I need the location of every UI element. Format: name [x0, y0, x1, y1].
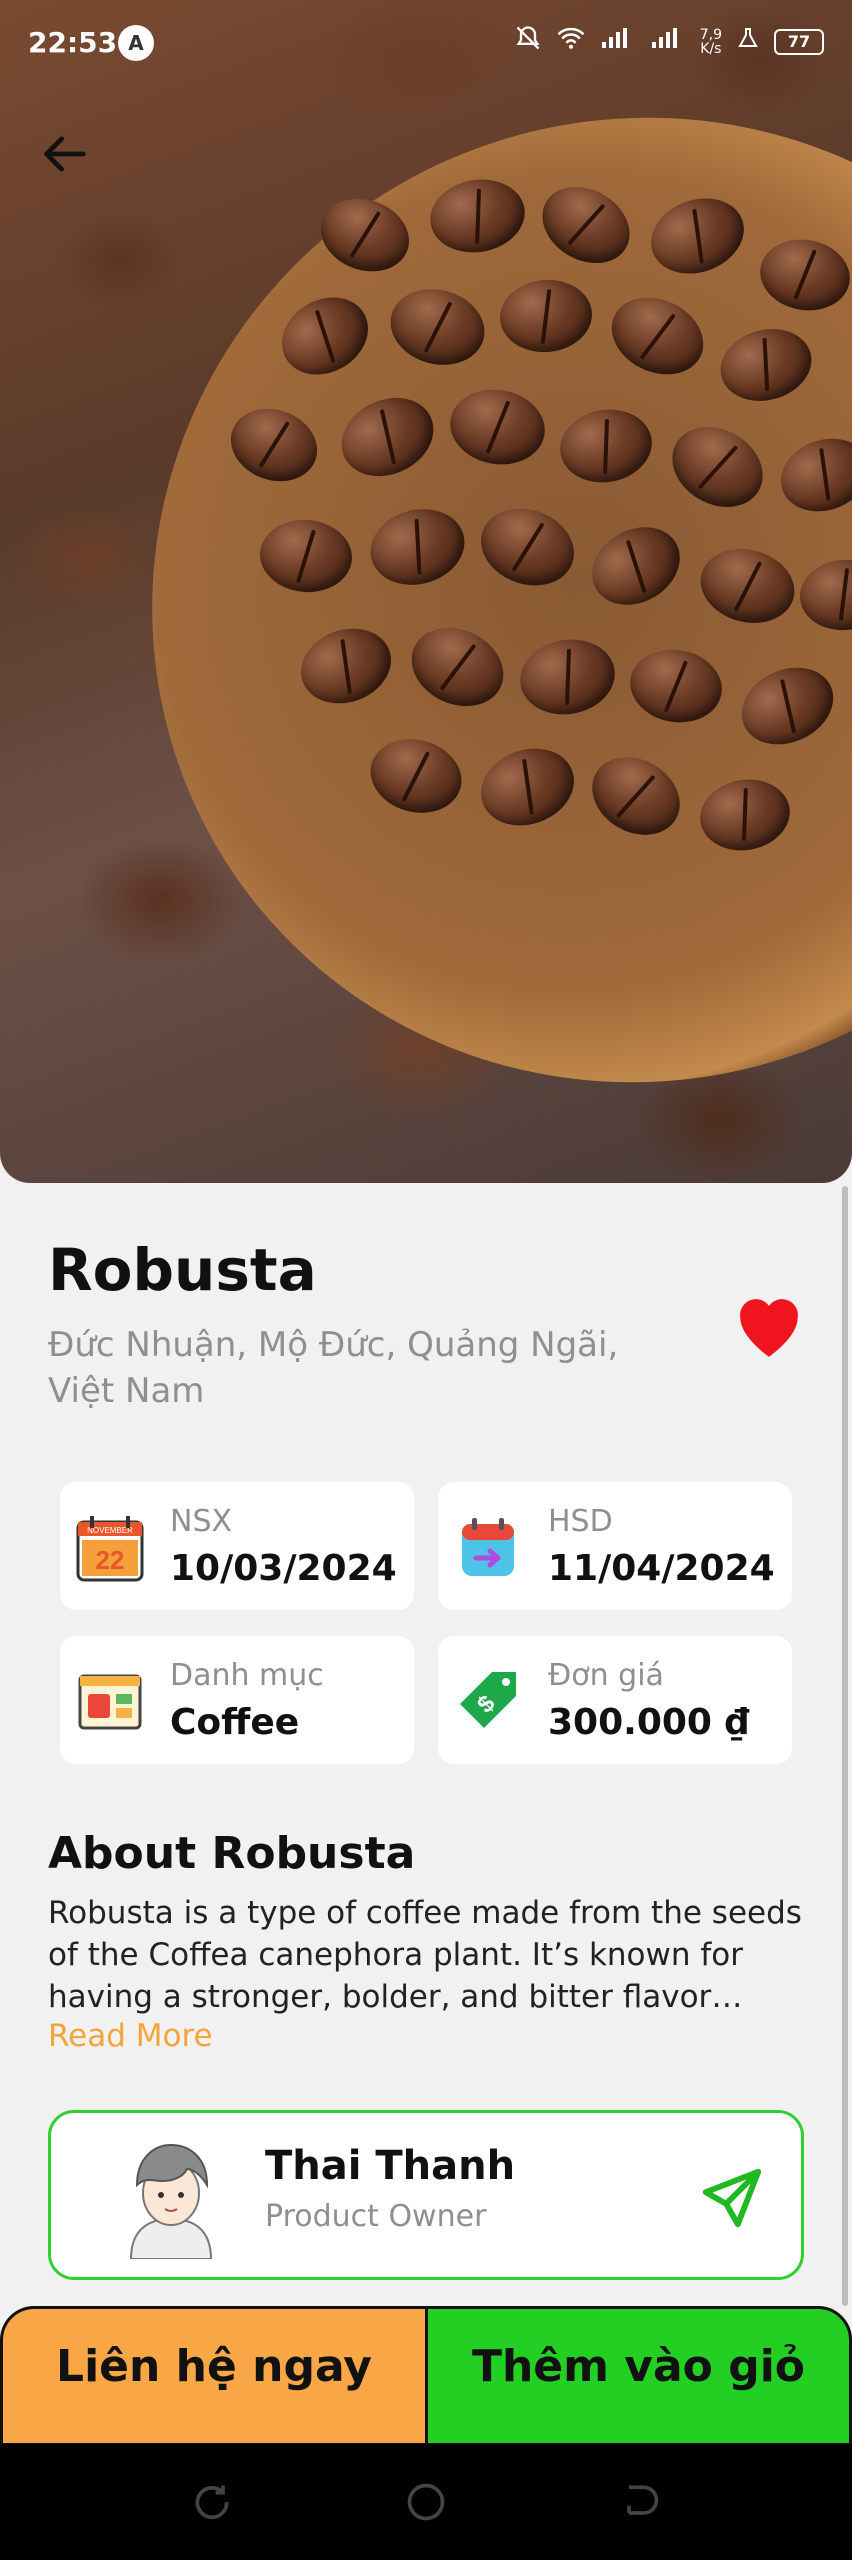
calendar-arrow-icon — [452, 1512, 524, 1584]
category-label: Danh mục — [170, 1658, 324, 1693]
scrollbar[interactable] — [842, 1186, 848, 2306]
about-text: Robusta is a type of coffee made from th… — [48, 1895, 802, 2015]
back-nav-icon — [627, 2485, 659, 2515]
network-speed: 7,9 K/s — [699, 26, 722, 57]
read-more-link[interactable]: Read More — [48, 2018, 213, 2054]
coffee-bean — [754, 232, 852, 318]
app-badge-icon: A — [118, 25, 154, 61]
price-card: $ Đơn giá 300.000 ₫ — [438, 1636, 792, 1764]
coffee-bean — [514, 632, 621, 722]
coffee-bean — [310, 186, 420, 284]
flask-icon — [736, 25, 760, 58]
coffee-bean — [268, 282, 382, 390]
product-title: Robusta — [48, 1236, 317, 1304]
coffee-bean — [290, 616, 402, 716]
hsd-value: 11/04/2024 — [548, 1548, 775, 1589]
wifi-icon — [556, 25, 586, 58]
avatar — [111, 2135, 231, 2260]
mute-bell-icon — [514, 24, 542, 59]
coffee-bean — [770, 426, 852, 524]
coffee-bean — [599, 283, 716, 389]
signal-icon — [600, 26, 636, 57]
arrow-left-icon — [44, 136, 86, 172]
battery-icon: 77 — [774, 28, 824, 55]
send-message-button[interactable] — [697, 2163, 767, 2233]
coffee-beans — [200, 171, 852, 980]
category-value: Coffee — [170, 1702, 300, 1743]
coffee-bean — [328, 383, 447, 491]
coffee-bean — [382, 278, 493, 376]
svg-text:22: 22 — [96, 1545, 125, 1575]
coffee-bean — [624, 642, 728, 730]
price-tag-icon: $ — [452, 1666, 524, 1738]
status-icons: 7,9 K/s 77 — [514, 24, 824, 59]
coffee-bean — [797, 556, 852, 634]
product-address: Đức Nhuận, Mộ Đức, Quảng Ngãi, Việt Nam — [48, 1325, 619, 1411]
coffee-bean — [694, 772, 796, 858]
heart-icon — [740, 1299, 798, 1357]
coffee-bean — [497, 276, 595, 356]
coffee-bean — [712, 319, 820, 411]
price-value: 300.000 ₫ — [548, 1702, 750, 1743]
favorite-button[interactable] — [730, 1290, 808, 1360]
category-icon — [74, 1666, 146, 1738]
recents-icon — [195, 2485, 229, 2519]
home-icon — [407, 2483, 445, 2521]
coffee-bean — [444, 382, 551, 472]
send-icon — [702, 2168, 762, 2228]
coffee-bean — [470, 495, 585, 599]
coffee-bean — [398, 613, 517, 721]
owner-name: Thai Thanh — [265, 2143, 516, 2189]
price-label: Đơn giá — [548, 1658, 664, 1693]
coffee-bean — [257, 516, 355, 596]
system-navigation-bar — [0, 2444, 852, 2560]
back-button[interactable] — [40, 128, 92, 180]
coffee-bean — [578, 511, 694, 621]
coffee-bean — [424, 172, 531, 260]
coffee-bean — [470, 735, 585, 839]
bottom-action-bar: Liên hệ ngay Thêm vào giỏ — [0, 2306, 852, 2446]
coffee-bean — [578, 741, 694, 851]
scrollbar-thumb[interactable] — [842, 1186, 848, 2306]
calendar-icon: NOVEMBER 22 — [74, 1512, 146, 1584]
coffee-bean — [362, 498, 473, 596]
product-hero-image — [0, 0, 852, 1183]
nsx-label: NSX — [170, 1504, 233, 1539]
nsx-card: NOVEMBER 22 NSX 10/03/2024 — [60, 1482, 414, 1610]
hsd-card: HSD 11/04/2024 — [438, 1482, 792, 1610]
coffee-bean — [640, 185, 755, 287]
add-to-cart-button[interactable]: Thêm vào giỏ — [425, 2306, 852, 2446]
coffee-bean — [692, 538, 803, 634]
coffee-bean — [528, 171, 644, 279]
coffee-bean — [729, 653, 846, 759]
home-button[interactable] — [404, 2480, 448, 2524]
contact-now-button[interactable]: Liên hệ ngay — [0, 2306, 425, 2446]
coffee-bean — [554, 402, 658, 490]
category-card: Danh mục Coffee — [60, 1636, 414, 1764]
signal-icon-2 — [650, 26, 686, 57]
coffee-bean — [657, 411, 778, 523]
about-heading: About Robusta — [48, 1828, 416, 1879]
hsd-label: HSD — [548, 1504, 613, 1539]
owner-card[interactable]: Thai Thanh Product Owner — [48, 2110, 804, 2280]
nsx-value: 10/03/2024 — [170, 1548, 397, 1589]
status-time: 22:53 — [28, 26, 118, 59]
owner-role: Product Owner — [265, 2199, 487, 2234]
coffee-bean — [220, 397, 328, 493]
status-bar: 22:53 A 7,9 K/s 77 — [0, 0, 852, 86]
recents-button[interactable] — [190, 2480, 234, 2524]
back-nav-button[interactable] — [618, 2480, 662, 2524]
coffee-bean — [362, 729, 470, 823]
